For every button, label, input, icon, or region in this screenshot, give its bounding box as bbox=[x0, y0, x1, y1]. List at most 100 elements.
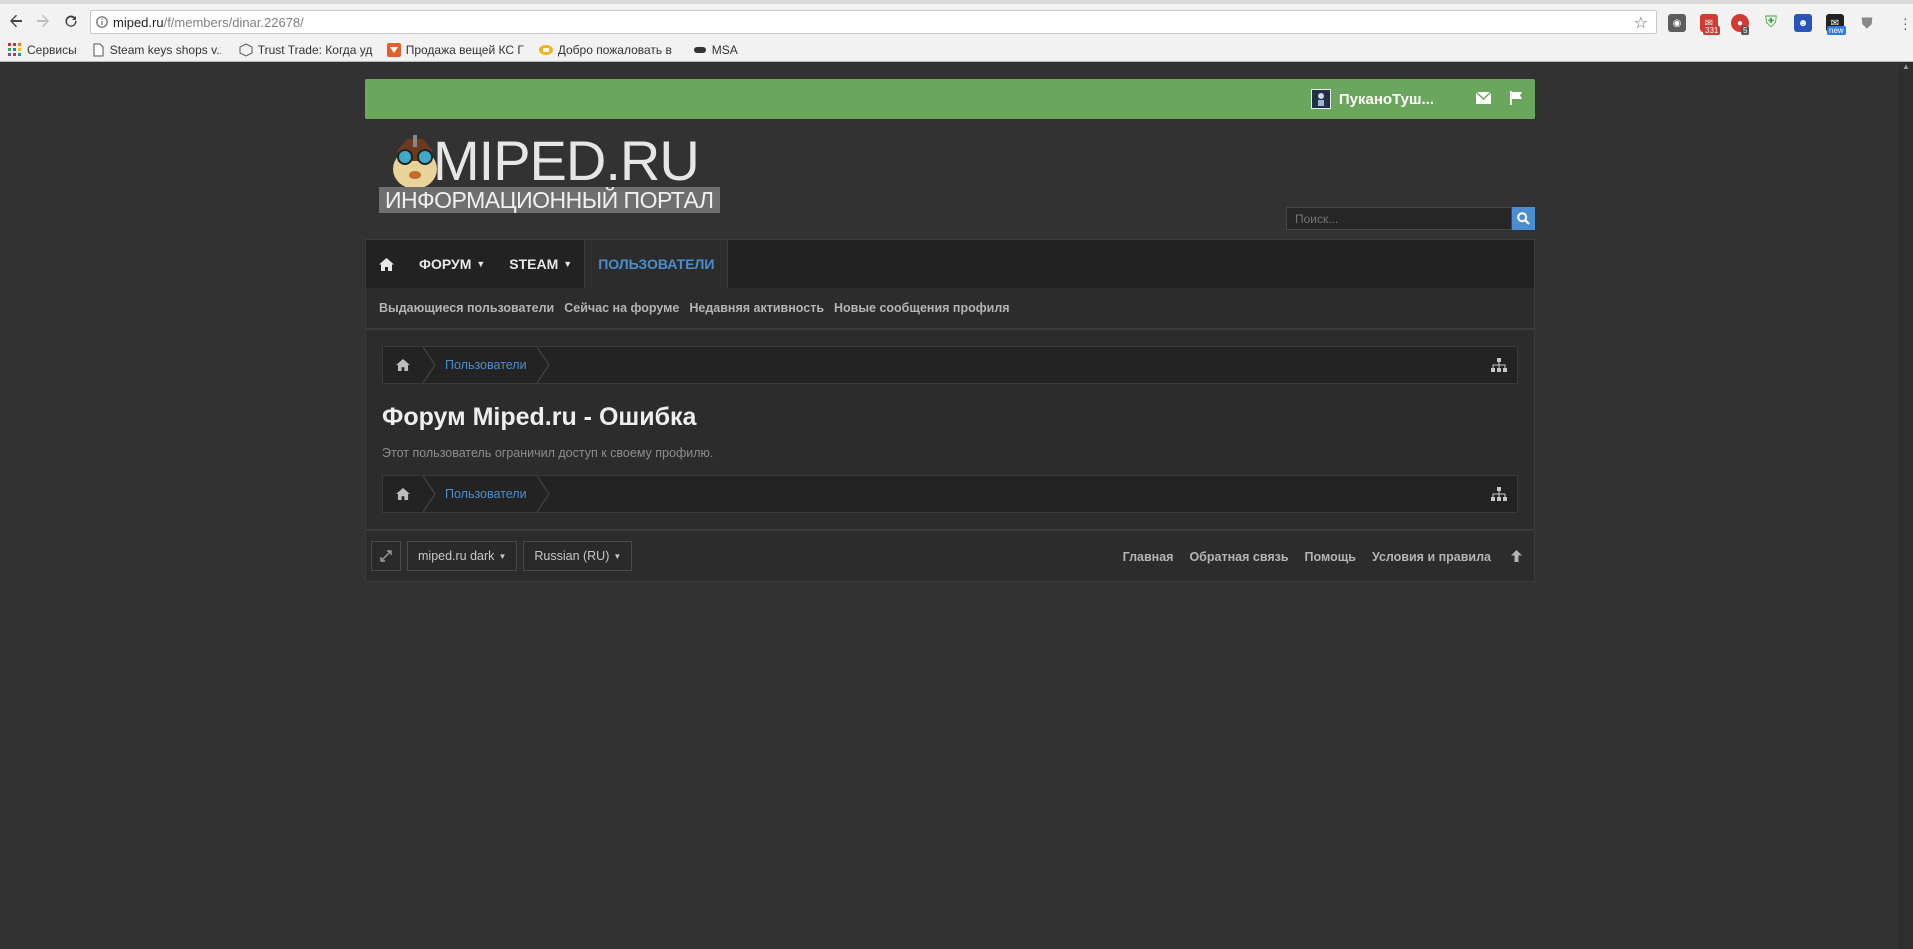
logo-brand-text: MIPED.RU bbox=[433, 129, 700, 192]
caret-down-icon: ▼ bbox=[613, 551, 622, 561]
url-path: /f/members/dinar.22678/ bbox=[163, 14, 304, 30]
bookmark-label: Сервисы bbox=[27, 43, 77, 57]
fox-icon bbox=[386, 43, 401, 57]
new-badge: new bbox=[1827, 26, 1846, 35]
tab-users[interactable]: ПОЛЬЗОВАТЕЛИ bbox=[584, 240, 729, 288]
back-to-top-icon[interactable] bbox=[1511, 549, 1522, 565]
search-button[interactable] bbox=[1512, 207, 1535, 230]
fullwidth-toggle-button[interactable] bbox=[371, 541, 401, 571]
style-chooser-label: miped.ru dark bbox=[418, 549, 495, 563]
extension-lightbulb-icon[interactable]: ◉ bbox=[1668, 14, 1686, 32]
sub-nav: Выдающиеся пользователи Сейчас на форуме… bbox=[365, 288, 1535, 329]
breadcrumb-users-link[interactable]: Пользователи bbox=[437, 487, 537, 501]
extension-shield-icon[interactable]: ⛨ bbox=[1762, 14, 1780, 32]
home-icon bbox=[379, 257, 394, 271]
tab-steam[interactable]: STEAM ▼ bbox=[497, 240, 584, 288]
breadcrumb-users-link[interactable]: Пользователи bbox=[437, 358, 537, 372]
footer-links: Главная Обратная связь Помощь Условия и … bbox=[1107, 531, 1522, 583]
reload-icon bbox=[65, 15, 77, 27]
reload-button[interactable] bbox=[59, 9, 83, 33]
gamepad-icon bbox=[693, 43, 707, 57]
page-scrollbar[interactable]: ▲ bbox=[1899, 62, 1913, 949]
tab-forum[interactable]: ФОРУМ ▼ bbox=[407, 240, 497, 288]
apps-grid-icon bbox=[8, 43, 22, 57]
home-icon bbox=[396, 488, 410, 500]
tab-home[interactable] bbox=[366, 240, 407, 288]
tab-label: STEAM bbox=[509, 256, 559, 272]
star-icon[interactable]: ☆ bbox=[1634, 13, 1648, 33]
bookmark-msa[interactable]: MSA bbox=[693, 43, 738, 57]
home-icon bbox=[396, 359, 410, 371]
user-topbar: ПуканоТуш... bbox=[365, 79, 1535, 119]
flag-icon[interactable] bbox=[1509, 90, 1523, 108]
expand-icon bbox=[380, 550, 392, 562]
footer-link-terms[interactable]: Условия и правила bbox=[1372, 550, 1491, 564]
logo-tagline: ИНФОРМАЦИОННЫЙ ПОРТАЛ bbox=[379, 187, 720, 213]
breadcrumb-home[interactable] bbox=[383, 476, 423, 512]
arrow-left-icon bbox=[10, 14, 22, 28]
subnav-online-now[interactable]: Сейчас на форуме bbox=[564, 301, 679, 315]
search-form bbox=[1286, 207, 1535, 230]
breadcrumb-home[interactable] bbox=[383, 347, 423, 383]
site-footer: miped.ru dark ▼ Russian (RU) ▼ Главная Обр… bbox=[365, 530, 1535, 582]
page-icon bbox=[91, 43, 105, 57]
breadcrumb-separator bbox=[536, 347, 550, 383]
language-chooser-label: Russian (RU) bbox=[534, 549, 610, 563]
breadcrumb-separator bbox=[423, 347, 436, 383]
caret-down-icon: ▼ bbox=[563, 259, 573, 269]
breadcrumb-separator bbox=[536, 476, 550, 512]
sitemap-icon[interactable] bbox=[1491, 487, 1507, 506]
subnav-recent-activity[interactable]: Недавняя активность bbox=[689, 301, 824, 315]
info-icon[interactable] bbox=[91, 16, 113, 28]
language-chooser[interactable]: Russian (RU) ▼ bbox=[523, 541, 633, 571]
mail-count-badge: 331 bbox=[1703, 26, 1721, 35]
breadcrumb: Пользователи bbox=[382, 346, 1518, 384]
back-button[interactable] bbox=[4, 9, 28, 33]
adblock-count-badge: 5 bbox=[1741, 26, 1750, 35]
site-logo[interactable]: MIPED.RU ИНФОРМАЦИОННЫЙ ПОРТАЛ bbox=[379, 129, 729, 215]
site-wrapper: ПуканоТуш... MIPED.RU ИНФОРМАЦИОННЫЙ ПОР… bbox=[365, 79, 1535, 582]
subnav-notable-members[interactable]: Выдающиеся пользователи bbox=[379, 301, 554, 315]
site-header: MIPED.RU ИНФОРМАЦИОННЫЙ ПОРТАЛ bbox=[365, 119, 1535, 239]
style-chooser[interactable]: miped.ru dark ▼ bbox=[407, 541, 518, 571]
browser-toolbar: miped.ru/f/members/dinar.22678/ ☆ ◉ ✉ 33… bbox=[0, 4, 1913, 38]
footer-link-contact[interactable]: Обратная связь bbox=[1189, 550, 1288, 564]
bookmark-label: Steam keys shops v.1. bbox=[109, 43, 221, 57]
tab-label: ПОЛЬЗОВАТЕЛИ bbox=[598, 256, 715, 272]
search-input[interactable] bbox=[1286, 207, 1512, 230]
extension-robot-icon[interactable]: ☻ bbox=[1794, 14, 1812, 32]
footer-link-help[interactable]: Помощь bbox=[1305, 550, 1356, 564]
url-host: miped.ru bbox=[113, 14, 164, 30]
username-link[interactable]: ПуканоТуш... bbox=[1339, 91, 1434, 108]
bookmark-label: Добро пожаловать в bbox=[557, 43, 672, 57]
envelope-icon[interactable] bbox=[1475, 91, 1492, 107]
footer-link-home[interactable]: Главная bbox=[1123, 550, 1174, 564]
bookmark-csgo-items[interactable]: Продажа вещей КС Г bbox=[386, 43, 525, 57]
bookmark-label: Продажа вещей КС Г bbox=[405, 43, 524, 57]
sitemap-icon[interactable] bbox=[1491, 358, 1507, 377]
bookmark-label: Trust Trade: Когда уд. bbox=[257, 43, 373, 57]
extension-ghost-icon[interactable]: ⛊ bbox=[1858, 14, 1876, 32]
arrow-right-icon bbox=[37, 14, 49, 28]
scroll-up-icon[interactable]: ▲ bbox=[1899, 62, 1913, 71]
breadcrumb-separator bbox=[423, 476, 436, 512]
main-content: Пользователи Форум Miped.ru - Ошибка Это… bbox=[365, 329, 1535, 530]
bookmark-label: MSA bbox=[711, 43, 738, 57]
bookmark-trust-trade[interactable]: Trust Trade: Когда уд. bbox=[239, 43, 373, 57]
tab-label: ФОРУМ bbox=[419, 256, 472, 272]
ticket-icon bbox=[538, 43, 553, 57]
error-message: Этот пользователь ограничил доступ к сво… bbox=[382, 446, 714, 460]
trust-trade-icon bbox=[239, 43, 253, 57]
caret-down-icon: ▼ bbox=[498, 551, 507, 561]
subnav-new-profile-posts[interactable]: Новые сообщения профиля bbox=[834, 301, 1010, 315]
avatar[interactable] bbox=[1310, 89, 1331, 109]
address-bar[interactable]: miped.ru/f/members/dinar.22678/ ☆ bbox=[90, 10, 1657, 34]
menu-dots-icon[interactable]: · · · bbox=[1903, 11, 1908, 35]
bookmark-services[interactable]: Сервисы bbox=[8, 43, 77, 57]
bookmark-welcome[interactable]: Добро пожаловать в bbox=[538, 43, 677, 57]
search-icon bbox=[1517, 212, 1530, 225]
caret-down-icon: ▼ bbox=[476, 259, 486, 269]
main-nav: ФОРУМ ▼ STEAM ▼ ПОЛЬЗОВАТЕЛИ bbox=[365, 239, 1535, 288]
forward-button[interactable] bbox=[31, 9, 55, 33]
bookmark-steam-keys[interactable]: Steam keys shops v.1. bbox=[91, 43, 221, 57]
